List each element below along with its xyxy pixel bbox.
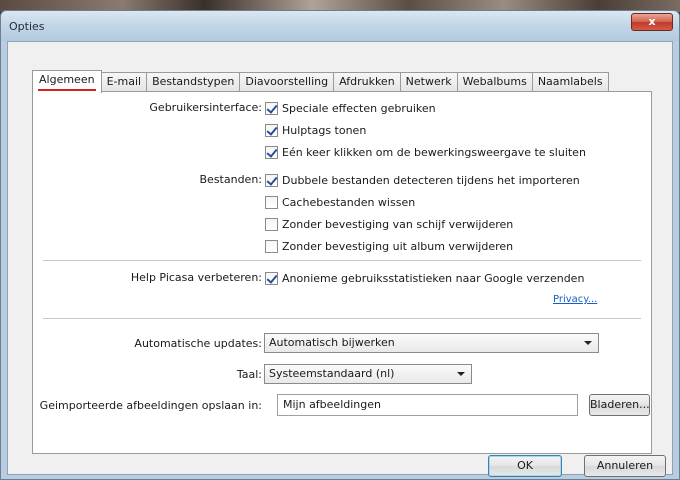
language-dropdown[interactable]: Systeemstandaard (nl) — [264, 364, 472, 384]
checkbox-help-tags[interactable]: Hulptags tonen — [265, 121, 366, 139]
close-button[interactable]: x — [631, 13, 673, 31]
auto-updates-label: Automatische updates: — [134, 337, 262, 350]
cancel-button[interactable]: Annuleren — [584, 455, 666, 477]
dropdown-value: Automatisch bijwerken — [269, 336, 395, 349]
tab-strip: Algemeen E-mail Bestandstypen Diavoorste… — [32, 70, 609, 93]
ok-button[interactable]: OK — [488, 455, 562, 477]
checkbox-label: Zonder bevestiging van schijf verwijdere… — [282, 217, 514, 231]
active-tab-underline — [38, 89, 96, 91]
dialog-content: Algemeen E-mail Bestandstypen Diavoorste… — [7, 41, 673, 477]
tab-label: Diavoorstelling — [245, 75, 329, 88]
checkbox-box[interactable] — [265, 173, 278, 187]
improve-picasa-label: Help Picasa verbeteren: — [130, 271, 262, 284]
checkbox-box[interactable] — [265, 217, 278, 231]
checkbox-detect-duplicates[interactable]: Dubbele bestanden detecteren tijdens het… — [265, 171, 580, 189]
dropdown-value: Systeemstandaard (nl) — [269, 367, 395, 380]
options-dialog: Opties x Algemeen E-mail Bestandstypen D… — [0, 10, 680, 480]
privacy-link[interactable]: Privacy... — [553, 294, 597, 305]
checkbox-label: Speciale effecten gebruiken — [282, 101, 436, 115]
separator — [43, 318, 641, 319]
checkbox-label: Anonieme gebruiksstatistieken naar Googl… — [282, 271, 585, 285]
auto-updates-dropdown[interactable]: Automatisch bijwerken — [264, 333, 599, 353]
checkbox-clear-cache[interactable]: Cachebestanden wissen — [265, 193, 415, 211]
tab-naamlabels[interactable]: Naamlabels — [531, 72, 609, 92]
checkbox-anonymous-stats[interactable]: Anonieme gebruiksstatistieken naar Googl… — [265, 269, 584, 287]
checkbox-label: Hulptags tonen — [282, 123, 367, 137]
checkbox-label: Dubbele bestanden detecteren tijdens het… — [282, 173, 580, 187]
tab-algemeen[interactable]: Algemeen — [32, 70, 102, 93]
files-label: Bestanden: — [199, 173, 263, 186]
tab-label: Bestandstypen — [152, 75, 235, 88]
tab-label: E-mail — [106, 75, 142, 88]
checkbox-delete-from-album[interactable]: Zonder bevestiging uit album verwijderen — [265, 237, 513, 255]
tab-label: Webalbums — [462, 75, 527, 88]
tab-diavoorstelling[interactable]: Diavoorstelling — [239, 72, 335, 92]
checkbox-label: Zonder bevestiging uit album verwijderen — [282, 239, 514, 253]
tab-label: Algemeen — [39, 73, 95, 86]
browse-button[interactable]: Bladeren... — [589, 394, 650, 416]
checkbox-label: Eén keer klikken om de bewerkingsweergav… — [282, 145, 586, 159]
tab-label: Naamlabels — [537, 75, 603, 88]
ui-label: Gebruikersinterface: — [149, 101, 262, 114]
import-folder-input[interactable]: Mijn afbeeldingen — [277, 394, 578, 416]
tab-afdrukken[interactable]: Afdrukken — [333, 72, 401, 92]
separator — [43, 260, 641, 261]
title-bar[interactable]: Opties x — [1, 11, 679, 41]
tab-netwerk[interactable]: Netwerk — [399, 72, 458, 92]
tab-label: Netwerk — [405, 75, 452, 88]
window-title: Opties — [9, 20, 45, 33]
language-label: Taal: — [236, 368, 262, 381]
checkbox-box[interactable] — [265, 123, 278, 137]
tab-e-mail[interactable]: E-mail — [100, 72, 148, 92]
checkbox-box[interactable] — [265, 271, 278, 285]
checkbox-single-click-close[interactable]: Eén keer klikken om de bewerkingsweergav… — [265, 143, 586, 161]
tab-webalbums[interactable]: Webalbums — [456, 72, 533, 92]
checkbox-box[interactable] — [265, 145, 278, 159]
checkbox-box[interactable] — [265, 239, 278, 253]
chevron-down-icon — [457, 372, 465, 376]
checkbox-delete-from-disk[interactable]: Zonder bevestiging van schijf verwijdere… — [265, 215, 513, 233]
chevron-down-icon — [584, 341, 592, 345]
tab-label: Afdrukken — [339, 75, 395, 88]
general-tab-panel: Gebruikersinterface: Speciale effecten g… — [32, 91, 652, 454]
checkbox-special-effects[interactable]: Speciale effecten gebruiken — [265, 99, 436, 117]
checkbox-box[interactable] — [265, 101, 278, 115]
tab-bestandstypen[interactable]: Bestandstypen — [146, 72, 241, 92]
close-icon: x — [648, 15, 656, 28]
import-folder-label: Geimporteerde afbeeldingen opslaan in: — [39, 399, 262, 412]
checkbox-label: Cachebestanden wissen — [282, 195, 416, 209]
checkbox-box[interactable] — [265, 195, 278, 209]
